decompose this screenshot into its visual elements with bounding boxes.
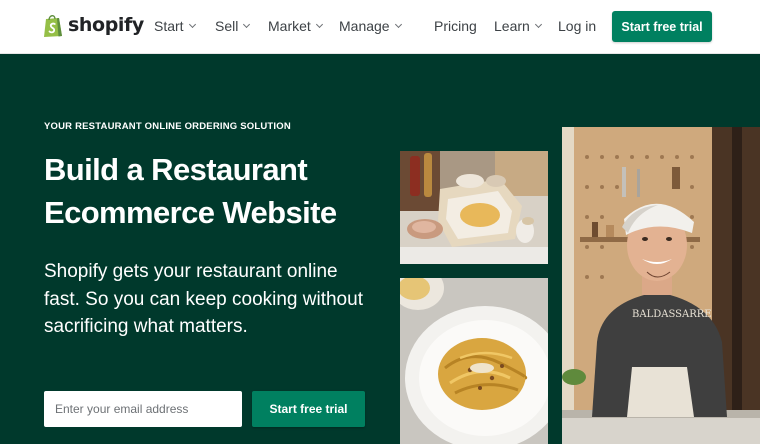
nav-item-pricing[interactable]: Pricing: [434, 18, 477, 34]
nav-item-label: Manage: [339, 18, 390, 34]
hero-eyebrow: YOUR RESTAURANT ONLINE ORDERING SOLUTION: [44, 121, 291, 132]
takeout-food-photo: [400, 151, 548, 264]
nav-item-label: Start: [154, 18, 184, 34]
shirt-logo-text: BALDASSARRE: [632, 309, 712, 320]
chevron-down-icon: [315, 20, 323, 28]
start-free-trial-button[interactable]: Start free trial: [612, 11, 712, 42]
hero-start-free-trial-button[interactable]: Start free trial: [252, 391, 365, 427]
hero-headline: Build a Restaurant Ecommerce Website: [44, 152, 337, 231]
email-input[interactable]: [44, 391, 242, 427]
nav-item-start[interactable]: Start: [154, 18, 196, 34]
nav-item-label: Log in: [558, 18, 597, 34]
top-navigation: shopify Start Sell Market Manage Pricing…: [0, 0, 760, 54]
hero-section: YOUR RESTAURANT ONLINE ORDERING SOLUTION…: [0, 54, 760, 444]
nav-item-sell[interactable]: Sell: [215, 18, 251, 34]
chevron-down-icon: [394, 20, 402, 28]
chevron-down-icon: [243, 20, 251, 28]
pasta-plate-photo: [400, 278, 548, 444]
shopify-bag-icon: [44, 15, 62, 37]
nav-item-manage[interactable]: Manage: [339, 18, 402, 34]
login-link[interactable]: Log in: [558, 18, 596, 34]
shopify-logo[interactable]: shopify: [43, 12, 144, 38]
nav-item-market[interactable]: Market: [268, 18, 323, 34]
chef-portrait-photo: BALDASSARRE: [562, 127, 760, 444]
nav-item-label: Pricing: [434, 18, 477, 34]
chevron-down-icon: [534, 20, 542, 28]
brand-name: shopify: [68, 14, 144, 36]
nav-item-label: Learn: [494, 18, 530, 34]
nav-item-label: Sell: [215, 18, 239, 34]
nav-item-learn[interactable]: Learn: [494, 18, 542, 34]
hero-subtext: Shopify gets your restaurant online fast…: [44, 261, 363, 338]
nav-item-label: Market: [268, 18, 311, 34]
chevron-down-icon: [188, 20, 196, 28]
